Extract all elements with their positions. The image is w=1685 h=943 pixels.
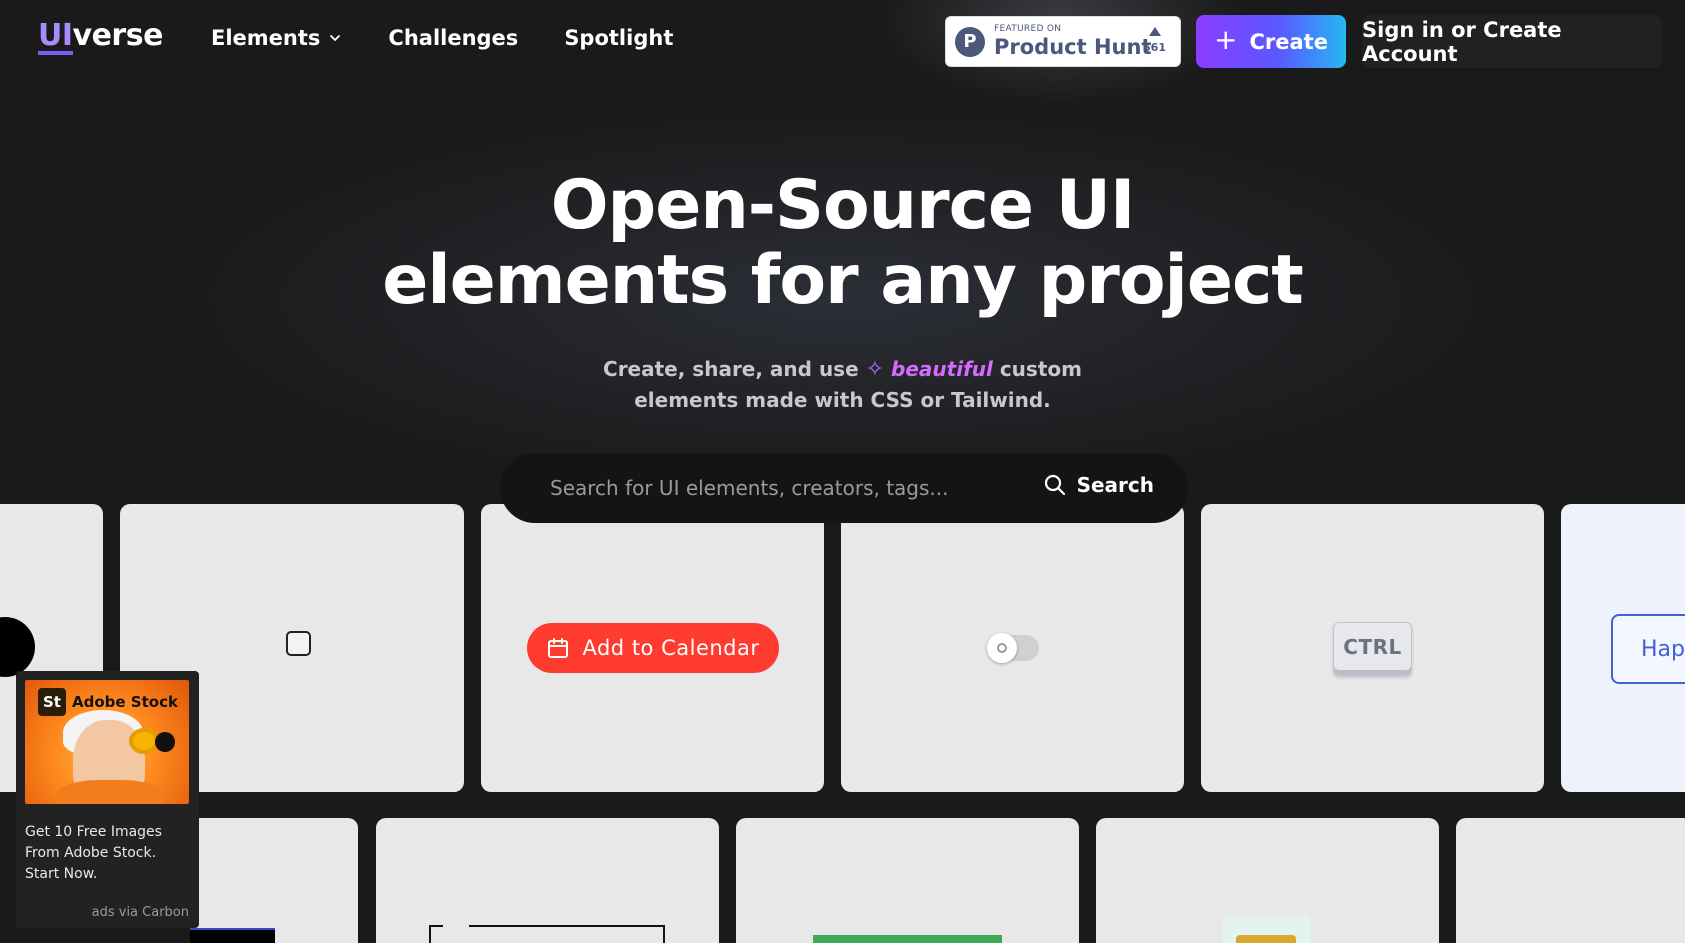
hero-subtitle-line1: Create, share, and use ✧ beautiful custo… — [0, 354, 1685, 385]
element-card-toggle[interactable] — [841, 504, 1184, 792]
nav-elements-label: Elements — [211, 26, 321, 50]
green-bar-preview — [813, 935, 1002, 943]
checkbox-preview[interactable] — [286, 631, 311, 656]
toggle-switch-preview[interactable] — [987, 633, 1039, 663]
chevron-down-icon — [330, 35, 341, 42]
search-bar: Search — [500, 453, 1188, 523]
product-hunt-logo-icon: P — [955, 26, 985, 57]
product-hunt-badge[interactable]: P FEATURED ON Product Hunt 561 — [945, 16, 1181, 67]
add-to-calendar-label: Add to Calendar — [582, 636, 760, 660]
hero-title-line1: Open-Source UI — [550, 166, 1136, 245]
subtitle-after: custom — [999, 357, 1082, 381]
element-card-row2-4[interactable] — [1096, 818, 1439, 943]
ad-brand-name: Adobe Stock — [72, 693, 178, 711]
folder-icon — [1236, 935, 1296, 943]
product-hunt-featured: FEATURED ON — [994, 24, 1062, 34]
adobe-stock-logo-icon: St — [38, 688, 66, 716]
top-header: UIverse Elements Challenges Spotlight P … — [0, 0, 1685, 82]
hap-button-preview[interactable]: Hap — [1611, 614, 1685, 684]
search-icon — [1044, 474, 1065, 496]
ad-sunglasses-lens — [155, 732, 175, 752]
carbon-ad[interactable]: St Adobe Stock Get 10 Free Images From A… — [16, 671, 199, 928]
nav-spotlight-label: Spotlight — [564, 26, 674, 50]
logo-ui-part: UI — [38, 18, 73, 55]
hero-subtitle: Create, share, and use ✧ beautiful custo… — [0, 354, 1685, 415]
subtitle-before: Create, share, and use — [603, 357, 859, 381]
hero-title-line2: elements for any project — [382, 241, 1304, 320]
create-button-label: Create — [1249, 29, 1328, 54]
product-hunt-votes: 561 — [1143, 27, 1166, 54]
product-hunt-name: Product Hunt — [994, 35, 1152, 59]
ad-brand: St Adobe Stock — [38, 688, 178, 716]
element-card-row2-2[interactable] — [376, 818, 719, 943]
nav-challenges-label: Challenges — [388, 26, 519, 50]
search-button[interactable]: Search — [1043, 473, 1154, 497]
search-input[interactable] — [550, 476, 1000, 500]
ad-image[interactable]: St Adobe Stock — [25, 680, 189, 804]
element-card-calendar[interactable]: Add to Calendar — [481, 504, 824, 792]
create-button[interactable]: + Create — [1196, 15, 1346, 68]
ad-shirt-shape — [55, 780, 165, 804]
element-card-row2-1[interactable] — [190, 818, 358, 943]
add-to-calendar-button[interactable]: Add to Calendar — [527, 623, 779, 673]
upvote-triangle-icon — [1148, 27, 1161, 36]
element-card-partial-right[interactable]: Hap — [1561, 504, 1685, 792]
ad-via-link[interactable]: ads via Carbon — [92, 905, 189, 920]
nav-spotlight[interactable]: Spotlight — [564, 26, 673, 50]
black-bar-preview — [190, 928, 275, 943]
hero-title: Open-Source UI elements for any project — [0, 168, 1685, 318]
nav-elements[interactable]: Elements — [211, 26, 342, 50]
sign-in-button[interactable]: Sign in or Create Account — [1362, 15, 1662, 68]
main-nav: Elements Challenges Spotlight — [211, 26, 673, 50]
hero-subtitle-line2: elements made with CSS or Tailwind. — [634, 388, 1051, 412]
toggle-knob — [987, 633, 1017, 663]
element-card-row2-3[interactable] — [736, 818, 1079, 943]
calendar-icon — [548, 638, 569, 658]
nav-challenges[interactable]: Challenges — [388, 26, 518, 50]
element-card-row2-5[interactable] — [1456, 818, 1685, 943]
sparkle-icon: ✧ — [865, 357, 885, 382]
ctrl-key-preview[interactable]: CTRL — [1333, 622, 1412, 676]
search-button-label: Search — [1076, 473, 1154, 497]
element-card-keyboard[interactable]: CTRL — [1201, 504, 1544, 792]
uiverse-logo[interactable]: UIverse — [38, 18, 163, 55]
ad-text[interactable]: Get 10 Free Images From Adobe Stock. Sta… — [25, 822, 190, 885]
subtitle-highlight: beautiful — [891, 357, 993, 381]
outline-gap — [443, 923, 469, 929]
logo-verse-part: verse — [72, 18, 164, 53]
plus-icon: + — [1214, 23, 1238, 56]
product-hunt-text: FEATURED ON Product Hunt — [994, 25, 1151, 58]
product-hunt-vote-count: 561 — [1143, 41, 1166, 54]
